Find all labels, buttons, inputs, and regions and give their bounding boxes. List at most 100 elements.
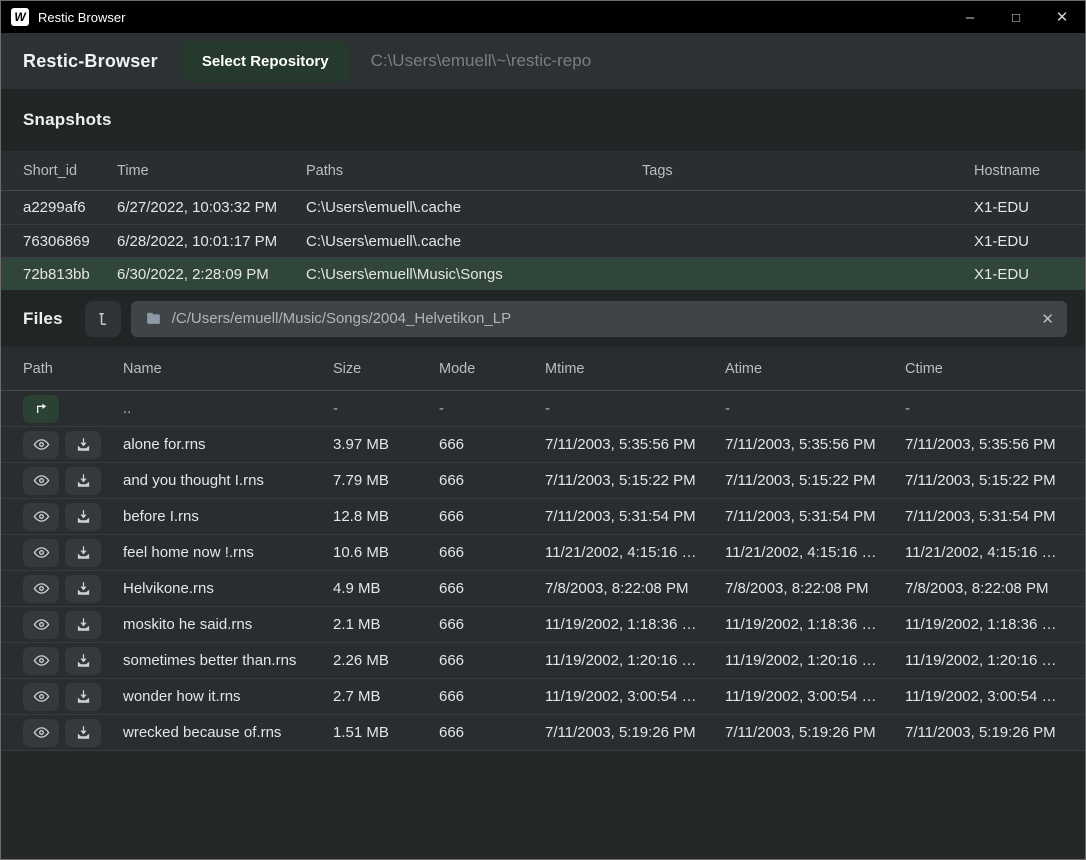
download-file-button[interactable]: [65, 503, 101, 531]
file-mtime: 11/21/2002, 4:15:16 …: [545, 544, 725, 561]
file-size: 2.1 MB: [333, 616, 439, 633]
column-header-path: Path: [23, 361, 123, 377]
snapshot-row[interactable]: a2299af6 6/27/2022, 10:03:32 PM C:\Users…: [1, 191, 1085, 224]
file-name: ..: [123, 400, 333, 417]
download-icon: [76, 617, 91, 632]
snapshot-row-selected[interactable]: 72b813bb 6/30/2022, 2:28:09 PM C:\Users\…: [1, 257, 1085, 290]
download-file-button[interactable]: [65, 467, 101, 495]
preview-file-button[interactable]: [23, 611, 59, 639]
file-name: wrecked because of.rns: [123, 724, 333, 741]
file-size: 4.9 MB: [333, 580, 439, 597]
download-file-button[interactable]: [65, 611, 101, 639]
eye-icon: [33, 724, 50, 741]
file-mtime: 7/11/2003, 5:35:56 PM: [545, 436, 725, 453]
snapshots-table: Short_id Time Paths Tags Hostname a2299a…: [1, 151, 1085, 290]
download-icon: [76, 545, 91, 560]
file-size: 10.6 MB: [333, 544, 439, 561]
files-table-header: Path Name Size Mode Mtime Atime Ctime: [1, 347, 1085, 391]
current-path-bar[interactable]: /C/Users/emuell/Music/Songs/2004_Helveti…: [131, 301, 1067, 337]
preview-file-button[interactable]: [23, 575, 59, 603]
column-header-hostname: Hostname: [974, 163, 1063, 179]
eye-icon: [33, 652, 50, 669]
repository-path: C:\Users\emuell\~\restic-repo: [371, 51, 592, 71]
toolbar: Restic-Browser Select Repository C:\User…: [1, 33, 1085, 89]
file-mode: 666: [439, 472, 545, 489]
file-size: 7.79 MB: [333, 472, 439, 489]
download-file-button[interactable]: [65, 539, 101, 567]
download-file-button[interactable]: [65, 575, 101, 603]
minimize-button[interactable]: –: [947, 1, 993, 33]
snapshot-paths: C:\Users\emuell\.cache: [306, 199, 642, 216]
preview-file-button[interactable]: [23, 539, 59, 567]
file-name: and you thought I.rns: [123, 472, 333, 489]
file-row: before I.rns 12.8 MB 666 7/11/2003, 5:31…: [1, 499, 1085, 535]
file-mode: 666: [439, 508, 545, 525]
download-file-button[interactable]: [65, 431, 101, 459]
file-atime: 7/11/2003, 5:35:56 PM: [725, 436, 905, 453]
preview-file-button[interactable]: [23, 467, 59, 495]
preview-file-button[interactable]: [23, 647, 59, 675]
download-file-button[interactable]: [65, 719, 101, 747]
app-name: Restic-Browser: [23, 51, 158, 72]
file-mtime: 7/11/2003, 5:19:26 PM: [545, 724, 725, 741]
file-name: wonder how it.rns: [123, 688, 333, 705]
file-mode: 666: [439, 544, 545, 561]
snapshot-time: 6/27/2022, 10:03:32 PM: [117, 199, 306, 216]
eye-icon: [33, 508, 50, 525]
preview-file-button[interactable]: [23, 431, 59, 459]
snapshot-hostname: X1-EDU: [974, 199, 1063, 216]
column-header-paths: Paths: [306, 163, 642, 179]
column-header-size: Size: [333, 361, 439, 377]
column-header-atime: Atime: [725, 361, 905, 377]
file-atime: 11/19/2002, 1:20:16 …: [725, 652, 905, 669]
download-file-button[interactable]: [65, 683, 101, 711]
file-atime: 11/19/2002, 1:18:36 …: [725, 616, 905, 633]
column-header-name: Name: [123, 361, 333, 377]
close-button[interactable]: ✕: [1039, 1, 1085, 33]
download-file-button[interactable]: [65, 647, 101, 675]
titlebar[interactable]: W Restic Browser – □ ✕: [1, 1, 1085, 33]
file-name: moskito he said.rns: [123, 616, 333, 633]
file-ctime: 11/19/2002, 1:20:16 …: [905, 652, 1063, 669]
file-atime: 11/19/2002, 3:00:54 …: [725, 688, 905, 705]
file-name: alone for.rns: [123, 436, 333, 453]
column-header-mtime: Mtime: [545, 361, 725, 377]
maximize-button[interactable]: □: [993, 1, 1039, 33]
file-ctime: 11/19/2002, 1:18:36 …: [905, 616, 1063, 633]
file-row: feel home now !.rns 10.6 MB 666 11/21/20…: [1, 535, 1085, 571]
column-header-mode: Mode: [439, 361, 545, 377]
file-atime: 7/8/2003, 8:22:08 PM: [725, 580, 905, 597]
clear-path-button[interactable]: ✕: [1041, 310, 1054, 328]
snapshot-time: 6/30/2022, 2:28:09 PM: [117, 266, 306, 283]
preview-file-button[interactable]: [23, 503, 59, 531]
go-up-button[interactable]: [23, 395, 59, 423]
file-row: moskito he said.rns 2.1 MB 666 11/19/200…: [1, 607, 1085, 643]
eye-icon: [33, 436, 50, 453]
snapshot-short-id: 72b813bb: [23, 266, 117, 283]
file-mode: 666: [439, 652, 545, 669]
file-row: wrecked because of.rns 1.51 MB 666 7/11/…: [1, 715, 1085, 751]
preview-file-button[interactable]: [23, 683, 59, 711]
wails-logo-icon: W: [11, 8, 29, 26]
file-mode: 666: [439, 436, 545, 453]
file-mode: 666: [439, 724, 545, 741]
snapshots-section-header: Snapshots: [1, 89, 1085, 151]
path-level-button[interactable]: [85, 301, 121, 337]
snapshot-paths: C:\Users\emuell\Music\Songs: [306, 266, 642, 283]
files-title: Files: [23, 309, 63, 329]
file-ctime: 7/11/2003, 5:35:56 PM: [905, 436, 1063, 453]
files-table-empty-area: [1, 751, 1085, 859]
file-mtime: -: [545, 400, 725, 417]
file-atime: -: [725, 400, 905, 417]
select-repository-button[interactable]: Select Repository: [182, 41, 349, 82]
preview-file-button[interactable]: [23, 719, 59, 747]
file-mtime: 11/19/2002, 1:20:16 …: [545, 652, 725, 669]
file-row: and you thought I.rns 7.79 MB 666 7/11/2…: [1, 463, 1085, 499]
file-size: 2.7 MB: [333, 688, 439, 705]
file-ctime: 7/8/2003, 8:22:08 PM: [905, 580, 1063, 597]
file-ctime: 7/11/2003, 5:31:54 PM: [905, 508, 1063, 525]
up-right-arrow-icon: [33, 401, 49, 417]
file-size: 2.26 MB: [333, 652, 439, 669]
snapshot-row[interactable]: 76306869 6/28/2022, 10:01:17 PM C:\Users…: [1, 224, 1085, 257]
snapshot-short-id: 76306869: [23, 233, 117, 250]
